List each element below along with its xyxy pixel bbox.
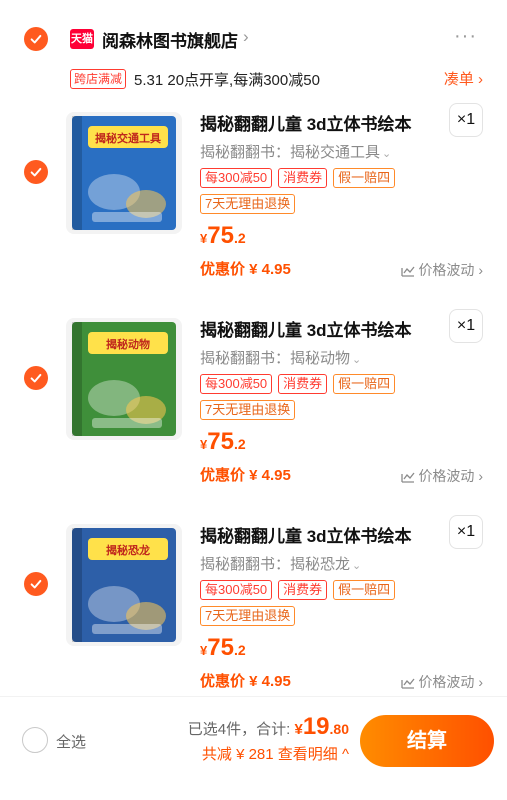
tag-discount: 每300减50 bbox=[200, 168, 273, 188]
product-spec-selector[interactable]: 揭秘翻翻书：揭秘交通工具 ⌄ bbox=[200, 141, 391, 162]
check-icon bbox=[30, 373, 42, 383]
cart-item: 揭秘恐龙 揭秘翻翻儿童 3d立体书绘本 ×1 揭秘翻翻书：揭秘恐龙 ⌄ 每300减… bbox=[0, 512, 507, 718]
tag-guarantee: 假一赔四 bbox=[333, 580, 396, 600]
book-cover-image: 揭秘交通工具 bbox=[72, 116, 176, 230]
cart-item: 揭秘交通工具 揭秘翻翻儿童 3d立体书绘本 ×1 揭秘翻翻书：揭秘交通工具 ⌄ 每… bbox=[0, 100, 507, 306]
store-name[interactable]: 阅森林图书旗舰店 bbox=[102, 27, 238, 52]
select-all-label[interactable]: 全选 bbox=[56, 731, 86, 752]
cart-item: 揭秘动物 揭秘翻翻儿童 3d立体书绘本 ×1 揭秘翻翻书：揭秘动物 ⌄ 每300减… bbox=[0, 306, 507, 512]
tag-coupon: 消费券 bbox=[278, 168, 328, 188]
saved-detail-link[interactable]: 共减 ¥ 281 查看明细 ^ bbox=[188, 743, 349, 764]
chevron-down-icon: ⌄ bbox=[352, 354, 362, 366]
quantity-button[interactable]: ×1 bbox=[449, 103, 483, 137]
promo-tags: 每300减50 消费券 假一赔四 bbox=[200, 168, 396, 188]
chevron-right-icon[interactable]: › bbox=[243, 27, 249, 47]
product-spec-selector[interactable]: 揭秘翻翻书：揭秘动物 ⌄ bbox=[200, 347, 361, 368]
item-select-checkbox[interactable] bbox=[24, 366, 48, 390]
check-icon bbox=[30, 34, 42, 44]
cover-title: 揭秘交通工具 bbox=[95, 131, 161, 145]
chevron-down-icon: ⌄ bbox=[382, 148, 392, 160]
product-image[interactable]: 揭秘恐龙 bbox=[66, 524, 182, 646]
price-trend-link[interactable]: 价格波动 › bbox=[401, 672, 483, 692]
price-trend-link[interactable]: 价格波动 › bbox=[401, 466, 483, 486]
checkout-button[interactable]: 结算 bbox=[360, 715, 494, 767]
tag-return: 7天无理由退换 bbox=[200, 194, 296, 214]
quantity-button[interactable]: ×1 bbox=[449, 515, 483, 549]
book-cover-image: 揭秘恐龙 bbox=[72, 528, 176, 642]
tag-return: 7天无理由退换 bbox=[200, 400, 296, 420]
product-spec-selector[interactable]: 揭秘翻翻书：揭秘恐龙 ⌄ bbox=[200, 553, 361, 574]
select-all-checkbox[interactable] bbox=[22, 727, 48, 753]
tag-discount: 每300减50 bbox=[200, 580, 273, 600]
promo-tags: 每300减50 消费券 假一赔四 bbox=[200, 374, 396, 394]
tag-return: 7天无理由退换 bbox=[200, 606, 296, 626]
check-icon bbox=[30, 579, 42, 589]
tag-guarantee: 假一赔四 bbox=[333, 168, 396, 188]
product-price: ¥75.2 bbox=[200, 634, 246, 661]
tag-discount: 每300减50 bbox=[200, 374, 273, 394]
checkout-bar: 全选 已选4件，合计: ¥19.80 共减 ¥ 281 查看明细 ^ 结算 bbox=[0, 696, 507, 800]
tmall-badge: 天猫 bbox=[70, 29, 94, 49]
promo-tags: 每300减50 消费券 假一赔四 bbox=[200, 580, 396, 600]
selected-count: 已选4件，合计: bbox=[187, 721, 291, 738]
quantity-button[interactable]: ×1 bbox=[449, 309, 483, 343]
item-select-checkbox[interactable] bbox=[24, 572, 48, 596]
tag-coupon: 消费券 bbox=[278, 374, 328, 394]
total-amount: ¥19.80 bbox=[294, 713, 349, 740]
product-price: ¥75.2 bbox=[200, 428, 246, 455]
book-cover-image: 揭秘动物 bbox=[72, 322, 176, 436]
promo-text: 5.31 20点开享,每满300减50 bbox=[134, 72, 320, 89]
chevron-down-icon: ⌄ bbox=[352, 560, 362, 572]
item-select-checkbox[interactable] bbox=[24, 160, 48, 184]
price-chart-icon bbox=[401, 472, 415, 483]
add-on-link[interactable]: 凑单 › bbox=[444, 68, 483, 89]
discount-price: 优惠价 ¥ 4.95 bbox=[200, 261, 291, 278]
promo-tag: 跨店满减 bbox=[70, 69, 127, 89]
product-title[interactable]: 揭秘翻翻儿童 3d立体书绘本 bbox=[200, 316, 412, 341]
discount-price: 优惠价 ¥ 4.95 bbox=[200, 673, 291, 690]
store-select-checkbox[interactable] bbox=[24, 27, 48, 51]
product-image[interactable]: 揭秘动物 bbox=[66, 318, 182, 440]
product-title[interactable]: 揭秘翻翻儿童 3d立体书绘本 bbox=[200, 110, 412, 135]
cover-title: 揭秘动物 bbox=[106, 337, 150, 351]
cover-title: 揭秘恐龙 bbox=[106, 543, 150, 557]
store-header: 天猫 阅森林图书旗舰店 › ··· bbox=[0, 0, 507, 62]
more-icon[interactable]: ··· bbox=[454, 25, 477, 48]
check-icon bbox=[30, 167, 42, 177]
price-chart-icon bbox=[401, 266, 415, 277]
price-chart-icon bbox=[401, 678, 415, 689]
tag-guarantee: 假一赔四 bbox=[333, 374, 396, 394]
promo-strip: 跨店满减 5.31 20点开享,每满300减50 凑单 › bbox=[0, 62, 507, 96]
tag-coupon: 消费券 bbox=[278, 580, 328, 600]
discount-price: 优惠价 ¥ 4.95 bbox=[200, 467, 291, 484]
order-summary: 已选4件，合计: ¥19.80 共减 ¥ 281 查看明细 ^ bbox=[188, 713, 349, 764]
product-price: ¥75.2 bbox=[200, 222, 246, 249]
product-image[interactable]: 揭秘交通工具 bbox=[66, 112, 182, 234]
product-title[interactable]: 揭秘翻翻儿童 3d立体书绘本 bbox=[200, 522, 412, 547]
price-trend-link[interactable]: 价格波动 › bbox=[401, 260, 483, 280]
